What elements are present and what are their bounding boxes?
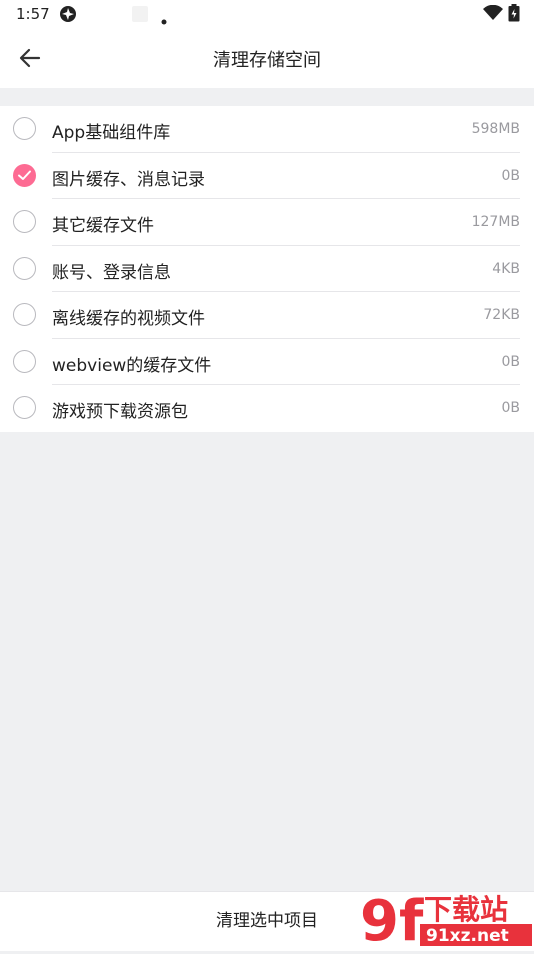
item-size: 4KB	[492, 260, 520, 277]
notification-square-icon	[132, 6, 148, 26]
status-time: 1:57	[16, 5, 50, 23]
check-icon	[18, 170, 31, 180]
item-size: 0B	[501, 353, 520, 370]
item-size: 127MB	[471, 214, 520, 231]
item-label: 游戏预下载资源包	[52, 402, 188, 423]
item-label: 其它缓存文件	[52, 216, 154, 237]
list-item[interactable]: 图片缓存、消息记录 0B	[0, 153, 534, 200]
watermark: 9f 下载站 91xz.net	[358, 888, 534, 954]
item-size: 0B	[501, 167, 520, 184]
list-item[interactable]: webview的缓存文件 0B	[0, 339, 534, 386]
item-size: 0B	[501, 400, 520, 417]
item-size: 598MB	[471, 121, 520, 137]
checkbox[interactable]	[13, 303, 36, 327]
checkbox[interactable]	[13, 210, 36, 234]
watermark-logo-mark: 9f	[360, 889, 424, 950]
item-label: 账号、登录信息	[52, 262, 171, 283]
dot-icon	[161, 10, 167, 29]
storage-item-list: App基础组件库 598MB 图片缓存、消息记录 0B 其它缓存文件 127MB…	[0, 106, 534, 432]
app-bar: 清理存储空间	[0, 28, 534, 88]
list-item[interactable]: 其它缓存文件 127MB	[0, 199, 534, 246]
watermark-brand: 下载站	[424, 893, 508, 926]
checkbox[interactable]	[13, 117, 36, 140]
watermark-logo: 9f 下载站 91xz.net	[360, 889, 532, 954]
list-item[interactable]: 离线缓存的视频文件 72KB	[0, 292, 534, 339]
battery-icon	[508, 4, 520, 26]
checkbox[interactable]	[13, 349, 36, 373]
item-label: webview的缓存文件	[52, 355, 212, 376]
item-label: App基础组件库	[52, 123, 171, 143]
checkbox[interactable]	[13, 396, 36, 420]
list-item[interactable]: 游戏预下载资源包 0B	[0, 385, 534, 432]
list-item[interactable]: App基础组件库 598MB	[0, 106, 534, 153]
status-bar: 1:57	[0, 0, 534, 28]
watermark-site: 91xz.net	[426, 926, 509, 946]
item-label: 离线缓存的视频文件	[52, 309, 205, 330]
item-label: 图片缓存、消息记录	[52, 169, 205, 190]
list-item[interactable]: 账号、登录信息 4KB	[0, 246, 534, 293]
checkbox[interactable]	[13, 256, 36, 280]
pinwheel-icon	[58, 4, 78, 28]
checkbox-checked[interactable]	[13, 163, 36, 187]
item-size: 72KB	[483, 307, 520, 324]
wifi-icon	[483, 4, 503, 25]
page-title: 清理存储空间	[213, 50, 321, 71]
